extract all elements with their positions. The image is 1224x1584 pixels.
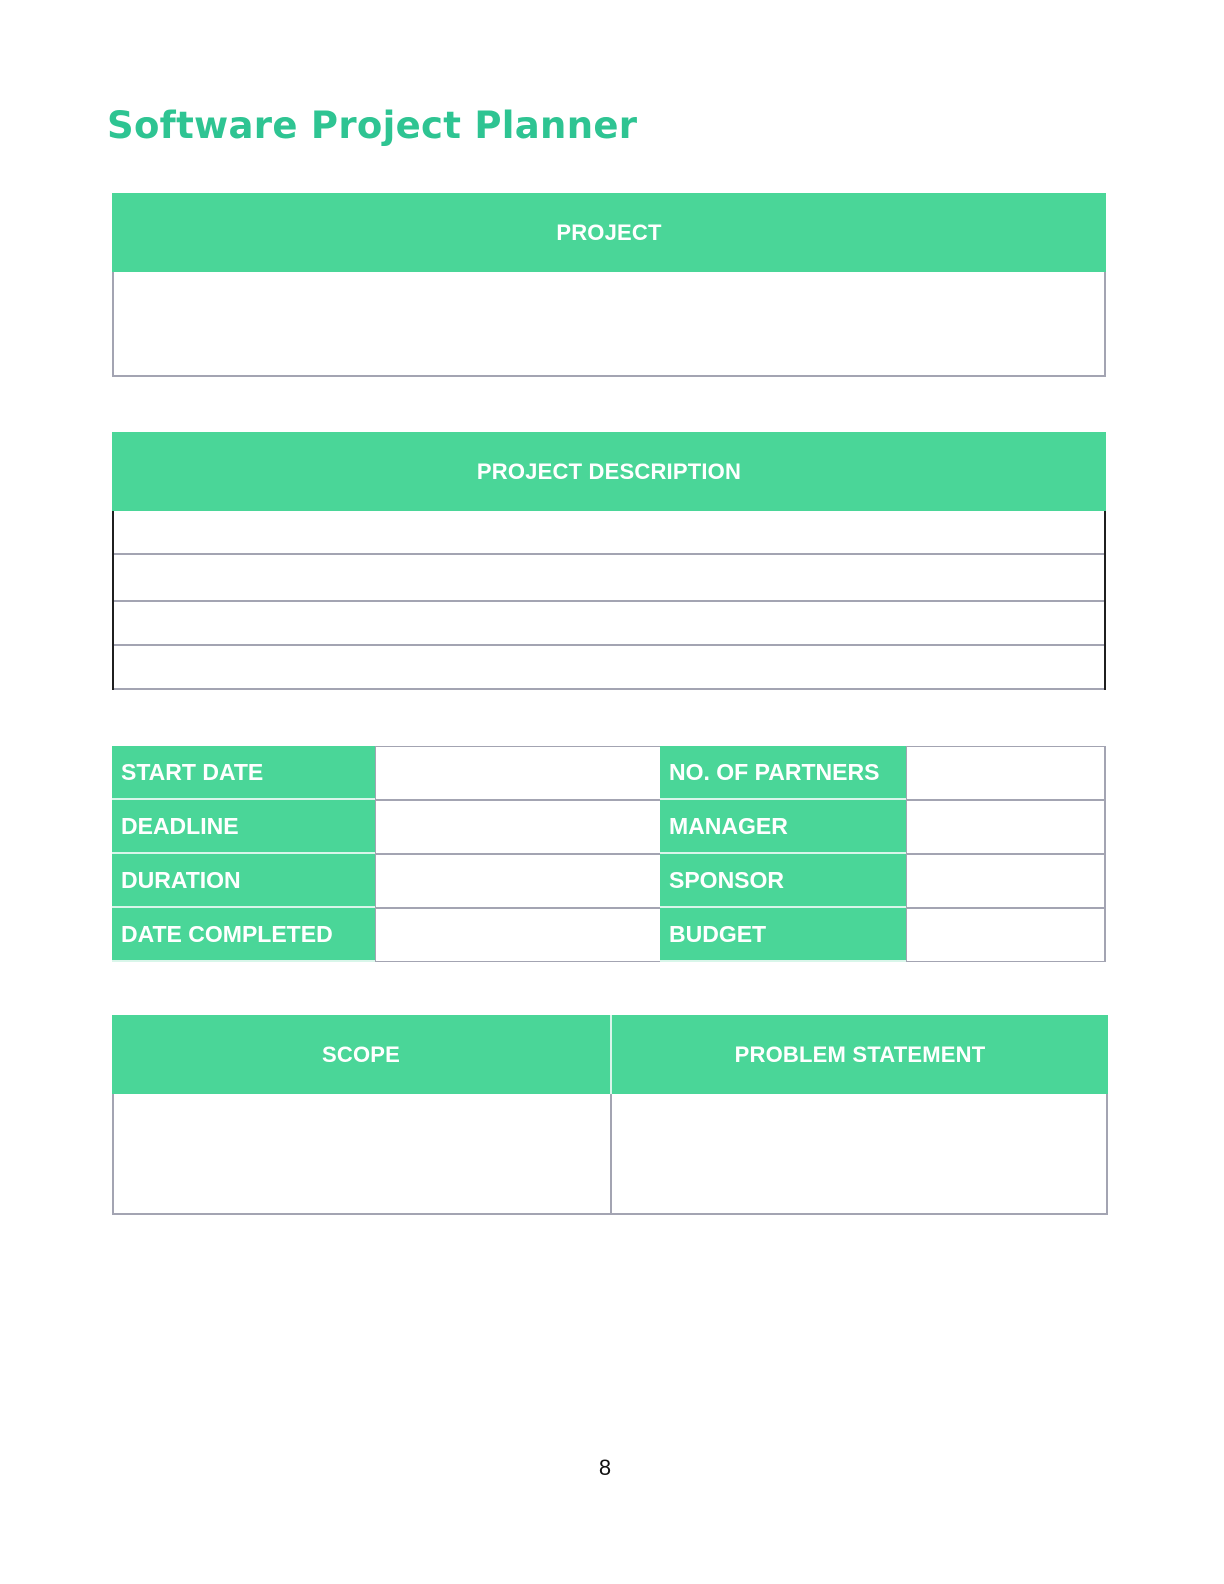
problem-statement-field[interactable] [612, 1094, 1108, 1215]
problem-statement-header: PROBLEM STATEMENT [612, 1015, 1108, 1094]
date-completed-field[interactable] [375, 908, 660, 962]
deadline-field[interactable] [375, 800, 660, 854]
sponsor-label: SPONSOR [660, 854, 906, 908]
partners-label: NO. OF PARTNERS [660, 746, 906, 800]
description-line-1[interactable] [114, 511, 1104, 555]
project-info-table: START DATE NO. OF PARTNERS DEADLINE MANA… [112, 746, 1106, 962]
partners-field[interactable] [906, 746, 1106, 800]
start-date-label: START DATE [112, 746, 375, 800]
duration-field[interactable] [375, 854, 660, 908]
description-line-2[interactable] [114, 555, 1104, 602]
budget-label: BUDGET [660, 908, 906, 962]
start-date-field[interactable] [375, 746, 660, 800]
description-line-3[interactable] [114, 602, 1104, 646]
duration-label: DURATION [112, 854, 375, 908]
project-description-section: PROJECT DESCRIPTION [112, 432, 1106, 690]
budget-field[interactable] [906, 908, 1106, 962]
project-field[interactable] [112, 272, 1106, 377]
deadline-label: DEADLINE [112, 800, 375, 854]
scope-header: SCOPE [112, 1015, 612, 1094]
scope-field[interactable] [112, 1094, 612, 1215]
project-description-header: PROJECT DESCRIPTION [112, 432, 1106, 511]
scope-problem-section: SCOPE PROBLEM STATEMENT [112, 1015, 1108, 1215]
description-line-4[interactable] [114, 646, 1104, 690]
manager-field[interactable] [906, 800, 1106, 854]
date-completed-label: DATE COMPLETED [112, 908, 375, 962]
project-section: PROJECT [112, 193, 1106, 377]
manager-label: MANAGER [660, 800, 906, 854]
sponsor-field[interactable] [906, 854, 1106, 908]
document-title: Software Project Planner [107, 104, 638, 147]
page-number: 8 [598, 1455, 612, 1480]
project-header: PROJECT [112, 193, 1106, 272]
